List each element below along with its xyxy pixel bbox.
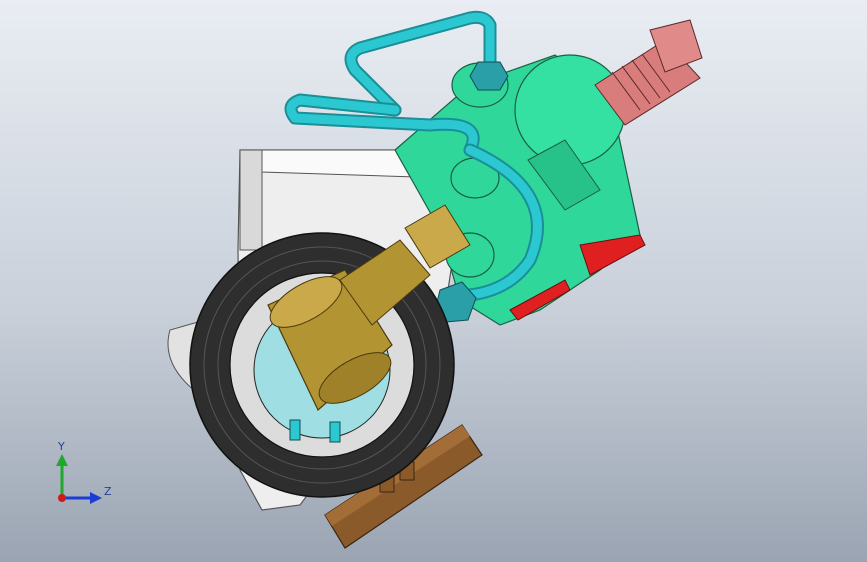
triad-z-label: Z bbox=[104, 485, 112, 498]
coordinate-triad: Y Z bbox=[40, 438, 120, 518]
triad-axes bbox=[56, 454, 102, 504]
triad-y-label: Y bbox=[58, 440, 65, 453]
assembly-model[interactable] bbox=[0, 0, 867, 562]
z-axis-arrow-icon bbox=[90, 492, 102, 504]
x-axis-dot-icon bbox=[58, 494, 66, 502]
y-axis-arrow-icon bbox=[56, 454, 68, 466]
cad-viewport[interactable]: Y Z bbox=[0, 0, 867, 562]
hex-nut-top bbox=[469, 61, 509, 91]
